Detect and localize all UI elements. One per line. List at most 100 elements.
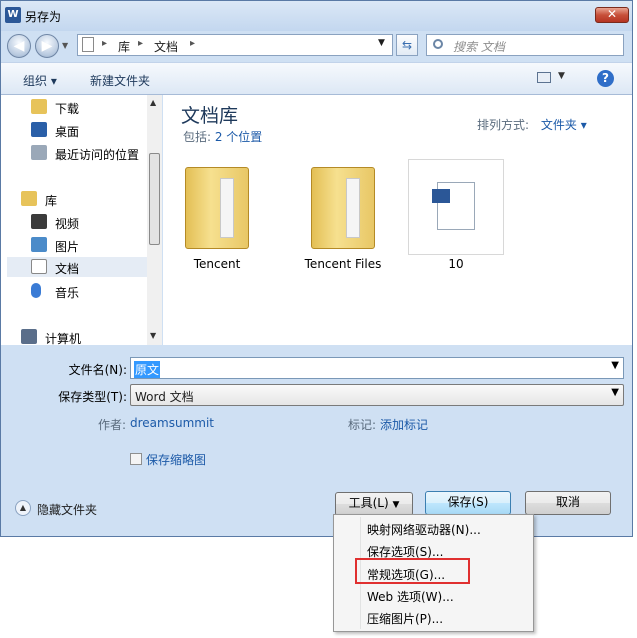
hide-folders-icon[interactable]: ▲ — [15, 500, 31, 516]
nav-item-videos[interactable]: 视频 — [31, 212, 147, 232]
filetype-label: 保存类型(T): — [58, 390, 127, 404]
filename-input[interactable]: 原文 ▼ — [130, 357, 624, 379]
content-pane: 文档库 包括: 2 个位置 排列方式: 文件夹 ▾ Tencent Tencen… — [163, 95, 632, 345]
scroll-thumb[interactable] — [149, 153, 160, 245]
add-tags-link[interactable]: 添加标记 — [380, 416, 428, 433]
organize-button[interactable]: 组织 ▾ — [23, 72, 57, 89]
recent-pages-dropdown[interactable]: ▼ — [62, 41, 68, 50]
filetype-value: Word 文档 — [135, 390, 194, 404]
save-button[interactable]: 保存(S) — [425, 491, 511, 515]
menu-item-compress-pictures[interactable]: 压缩图片(P)... — [367, 610, 443, 627]
file-name: 10 — [448, 257, 464, 271]
folder-icon — [311, 167, 375, 249]
file-name: Tencent — [193, 257, 241, 271]
search-input[interactable]: 搜索 文档 — [426, 34, 624, 56]
nav-item-label: 桌面 — [55, 125, 80, 139]
new-folder-button[interactable]: 新建文件夹 — [90, 72, 150, 89]
file-item-tencent-files[interactable]: Tencent Files — [293, 159, 393, 279]
tools-dropdown-arrow: ▼ — [392, 500, 400, 510]
help-icon[interactable]: ? — [597, 70, 614, 87]
menu-item-map-network-drive[interactable]: 映射网络驱动器(N)... — [367, 521, 481, 538]
breadcrumb-separator: ▸ — [138, 38, 144, 49]
music-icon — [31, 283, 41, 298]
breadcrumb-separator: ▸ — [102, 38, 108, 49]
video-icon — [31, 214, 47, 229]
sort-label: 排列方式: 文件夹 ▾ — [477, 116, 587, 133]
nav-item-library[interactable]: 库 — [21, 189, 137, 209]
sort-by-dropdown[interactable]: 文件夹 ▾ — [541, 118, 587, 132]
download-folder-icon — [31, 99, 47, 114]
navigation-pane: 下载 桌面 最近访问的位置 库 视频 图片 文档 音乐 计算机 ▲ ▼ — [1, 95, 162, 347]
breadcrumb-library[interactable]: 库 — [118, 38, 130, 55]
address-dropdown-arrow[interactable]: ▼ — [378, 38, 385, 48]
includes-locations-link[interactable]: 2 个位置 — [215, 130, 262, 144]
scroll-down-arrow[interactable]: ▼ — [150, 331, 156, 340]
nav-item-label: 库 — [45, 194, 58, 208]
library-icon — [21, 191, 37, 206]
hide-folders-button[interactable]: 隐藏文件夹 — [37, 501, 97, 518]
filename-label: 文件名(N): — [68, 363, 127, 377]
nav-item-label: 最近访问的位置 — [55, 148, 140, 162]
nav-item-label: 下载 — [55, 102, 80, 116]
breadcrumb-documents[interactable]: 文档 — [154, 38, 178, 55]
nav-item-computer[interactable]: 计算机 — [21, 327, 137, 347]
scroll-up-arrow[interactable]: ▲ — [150, 98, 156, 107]
tools-button[interactable]: 工具(L) ▼ — [335, 492, 413, 516]
refresh-button[interactable]: ⇆ — [396, 34, 418, 56]
breadcrumb-separator: ▸ — [190, 38, 196, 49]
nav-item-label: 音乐 — [55, 286, 80, 300]
location-icon — [82, 37, 94, 52]
recent-places-icon — [31, 145, 47, 160]
save-thumbnail-label[interactable]: 保存缩略图 — [146, 451, 206, 468]
title-bar: W 另存为 ✕ — [1, 1, 632, 31]
save-thumbnail-checkbox[interactable] — [130, 453, 142, 465]
cancel-button[interactable]: 取消 — [525, 491, 611, 515]
nav-item-music[interactable]: 音乐 — [31, 281, 147, 301]
author-value[interactable]: dreamsummit — [130, 416, 214, 430]
file-name: Tencent Files — [304, 257, 382, 271]
word-app-icon: W — [5, 7, 21, 23]
desktop-icon — [31, 122, 47, 137]
filename-history-arrow[interactable]: ▼ — [611, 360, 619, 371]
nav-scrollbar[interactable]: ▲ ▼ — [147, 95, 162, 345]
filetype-dropdown-arrow[interactable]: ▼ — [611, 387, 619, 398]
word-document-icon — [432, 182, 475, 230]
forward-button[interactable]: ▶ — [35, 34, 59, 58]
highlight-annotation — [355, 558, 470, 584]
view-options-icon[interactable] — [537, 72, 551, 83]
tags-label: 标记: — [348, 418, 377, 432]
pictures-icon — [31, 237, 47, 252]
file-item-tencent[interactable]: Tencent — [167, 159, 267, 279]
view-dropdown-arrow[interactable]: ▼ — [558, 71, 565, 81]
filename-value: 原文 — [134, 361, 161, 378]
nav-item-label: 视频 — [55, 217, 80, 231]
library-title: 文档库 — [181, 105, 239, 127]
window-title: 另存为 — [25, 10, 62, 24]
search-placeholder: 搜索 文档 — [453, 40, 505, 54]
nav-item-pictures[interactable]: 图片 — [31, 235, 147, 255]
computer-icon — [21, 329, 37, 344]
nav-item-label: 图片 — [55, 240, 80, 254]
includes-label: 包括: 2 个位置 — [183, 128, 262, 145]
address-bar[interactable]: ▸ 库 ▸ 文档 ▸ ▼ — [77, 34, 393, 56]
sort-by-label: 排列方式: — [477, 118, 530, 132]
nav-item-label: 计算机 — [45, 332, 82, 346]
search-icon — [433, 39, 443, 49]
author-label: 作者: — [98, 418, 127, 432]
folder-icon — [185, 167, 249, 249]
nav-item-desktop[interactable]: 桌面 — [31, 120, 147, 140]
documents-icon — [31, 259, 47, 274]
nav-item-label: 文档 — [55, 262, 80, 276]
file-item-10[interactable]: 10 — [406, 159, 506, 279]
menu-item-web-options[interactable]: Web 选项(W)... — [367, 588, 454, 605]
nav-item-recent-places[interactable]: 最近访问的位置 — [31, 143, 147, 163]
back-button[interactable]: ◀ — [7, 34, 31, 58]
tools-label: 工具(L) — [348, 496, 389, 510]
nav-item-documents[interactable]: 文档 — [7, 257, 147, 277]
command-bar: 组织 ▾ 新建文件夹 ▼ ? — [1, 62, 632, 95]
filetype-select[interactable]: Word 文档 ▼ — [130, 384, 624, 406]
nav-item-downloads[interactable]: 下载 — [31, 97, 147, 117]
close-button[interactable]: ✕ — [595, 7, 629, 23]
thumbnail-frame — [408, 159, 504, 255]
save-as-dialog: W 另存为 ✕ ◀ ▶ ▼ ▸ 库 ▸ 文档 ▸ ▼ ⇆ 搜索 文档 组织 ▾ … — [0, 0, 633, 537]
